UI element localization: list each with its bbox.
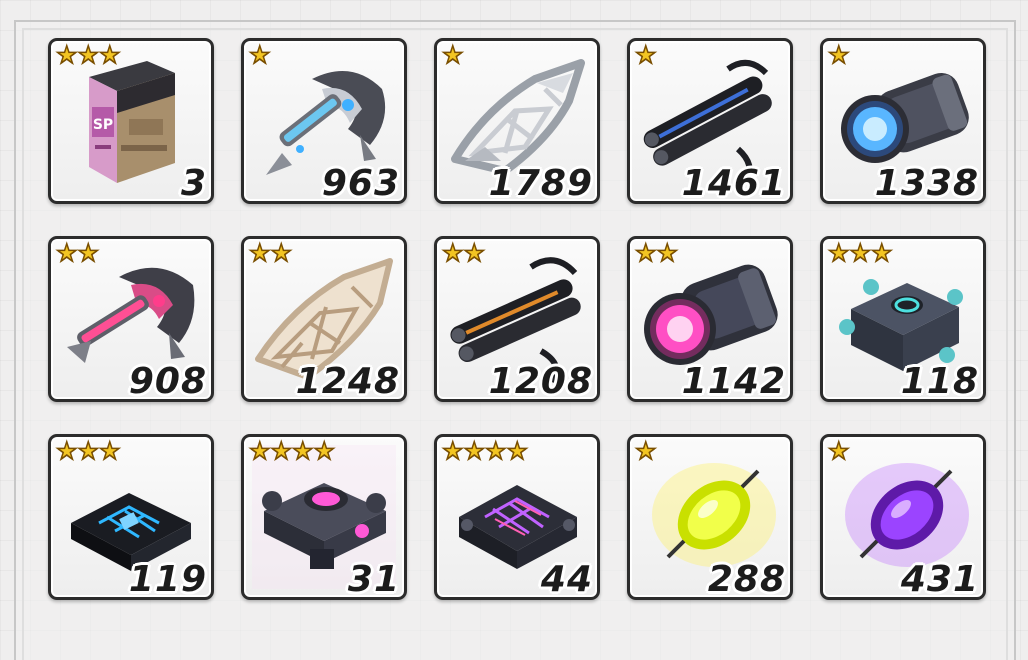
item-count: 44 xyxy=(540,559,593,600)
item-slot-purple-circuit-chip[interactable]: ★ ★ ★ ★ 44 xyxy=(434,434,600,600)
rarity-stars: ★ xyxy=(248,41,271,69)
item-slot-sp-supply-box[interactable]: ★ ★ ★ SP 3 xyxy=(48,38,214,204)
star-icon: ★ xyxy=(827,437,850,465)
star-icon: ★ xyxy=(870,239,893,267)
star-icon: ★ xyxy=(98,41,121,69)
item-count: 1338 xyxy=(874,163,979,204)
item-slot-teal-engine-block[interactable]: ★ ★ ★ 118 xyxy=(820,236,986,402)
star-icon: ★ xyxy=(77,239,100,267)
rarity-stars: ★ ★ xyxy=(441,239,486,267)
item-count: 1208 xyxy=(488,361,593,402)
star-icon: ★ xyxy=(248,437,271,465)
star-icon: ★ xyxy=(634,41,657,69)
item-slot-pink-drone-core[interactable]: ★ ★ ★ ★ 31 xyxy=(241,434,407,600)
star-icon: ★ xyxy=(827,41,850,69)
rarity-stars: ★ ★ ★ xyxy=(55,437,121,465)
item-count: 1461 xyxy=(681,163,786,204)
rarity-stars: ★ xyxy=(827,41,850,69)
svg-text:SP: SP xyxy=(93,117,113,133)
rarity-stars: ★ xyxy=(634,41,657,69)
rarity-stars: ★ ★ ★ ★ xyxy=(248,437,336,465)
star-icon: ★ xyxy=(77,41,100,69)
rarity-stars: ★ ★ ★ ★ xyxy=(441,437,529,465)
item-slot-orange-cable-bundle[interactable]: ★ ★ 1208 xyxy=(434,236,600,402)
rarity-stars: ★ ★ xyxy=(248,239,293,267)
rarity-stars: ★ xyxy=(827,437,850,465)
item-count: 118 xyxy=(900,361,979,402)
star-icon: ★ xyxy=(441,437,464,465)
star-icon: ★ xyxy=(313,437,336,465)
star-icon: ★ xyxy=(55,437,78,465)
star-icon: ★ xyxy=(441,41,464,69)
star-icon: ★ xyxy=(849,239,872,267)
rarity-stars: ★ xyxy=(634,437,657,465)
rarity-stars: ★ ★ xyxy=(634,239,679,267)
item-count: 1142 xyxy=(681,361,786,402)
star-icon: ★ xyxy=(55,41,78,69)
item-count: 963 xyxy=(321,163,400,204)
item-slot-yellow-energy-crystal[interactable]: ★ 288 xyxy=(627,434,793,600)
item-slot-blue-circuit-chip[interactable]: ★ ★ ★ 119 xyxy=(48,434,214,600)
star-icon: ★ xyxy=(506,437,529,465)
item-count: 908 xyxy=(128,361,207,402)
item-slot-beige-wing-frame[interactable]: ★ ★ 1248 xyxy=(241,236,407,402)
star-icon: ★ xyxy=(827,239,850,267)
rarity-stars: ★ xyxy=(441,41,464,69)
rarity-stars: ★ ★ ★ xyxy=(55,41,121,69)
star-icon: ★ xyxy=(656,239,679,267)
item-slot-blue-lens-core[interactable]: ★ 1338 xyxy=(820,38,986,204)
star-icon: ★ xyxy=(270,437,293,465)
item-count: 1248 xyxy=(295,361,400,402)
item-slot-blue-cable-bundle[interactable]: ★ 1461 xyxy=(627,38,793,204)
inventory-grid: ★ ★ ★ SP 3 ★ 963 ★ 1789 ★ 1461 ★ 1338 ★ … xyxy=(48,38,986,600)
star-icon: ★ xyxy=(463,239,486,267)
item-slot-silver-wing-frame[interactable]: ★ 1789 xyxy=(434,38,600,204)
rarity-stars: ★ ★ ★ xyxy=(827,239,893,267)
item-count: 119 xyxy=(128,559,207,600)
star-icon: ★ xyxy=(634,239,657,267)
star-icon: ★ xyxy=(291,437,314,465)
item-count: 431 xyxy=(900,559,979,600)
item-count: 31 xyxy=(347,559,400,600)
star-icon: ★ xyxy=(248,239,271,267)
star-icon: ★ xyxy=(55,239,78,267)
star-icon: ★ xyxy=(270,239,293,267)
star-icon: ★ xyxy=(634,437,657,465)
item-slot-blue-ray-claw[interactable]: ★ 963 xyxy=(241,38,407,204)
item-count: 288 xyxy=(707,559,786,600)
star-icon: ★ xyxy=(463,437,486,465)
item-slot-purple-energy-crystal[interactable]: ★ 431 xyxy=(820,434,986,600)
star-icon: ★ xyxy=(77,437,100,465)
item-slot-pink-ray-claw[interactable]: ★ ★ 908 xyxy=(48,236,214,402)
rarity-stars: ★ ★ xyxy=(55,239,100,267)
item-slot-pink-lens-core[interactable]: ★ ★ 1142 xyxy=(627,236,793,402)
star-icon: ★ xyxy=(484,437,507,465)
star-icon: ★ xyxy=(248,41,271,69)
star-icon: ★ xyxy=(98,437,121,465)
item-count: 1789 xyxy=(488,163,593,204)
item-count: 3 xyxy=(180,163,207,204)
star-icon: ★ xyxy=(441,239,464,267)
